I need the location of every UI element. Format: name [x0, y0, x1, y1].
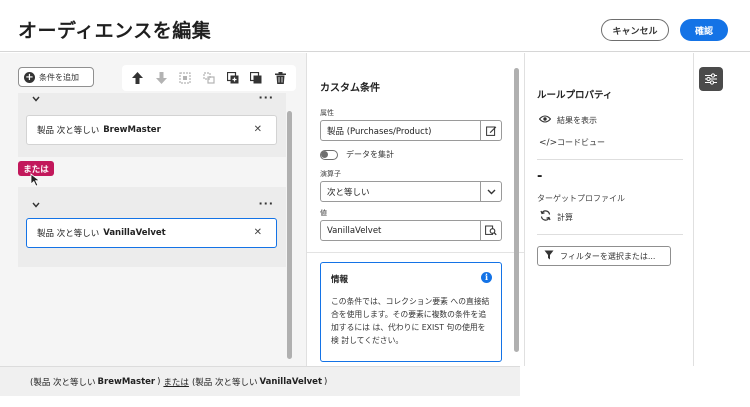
- chevron-down-icon[interactable]: [32, 201, 40, 211]
- condition-group: ··· 製品 次と等しい BrewMaster ✕: [18, 91, 286, 157]
- paste-icon[interactable]: [248, 70, 264, 86]
- code-view-label: コードビュー: [557, 138, 605, 147]
- chevron-down-icon[interactable]: [480, 182, 501, 201]
- arrow-up-icon[interactable]: [130, 70, 146, 86]
- value-label: 値: [320, 209, 327, 217]
- close-icon[interactable]: ✕: [254, 124, 262, 135]
- header: オーディエンスを編集 キャンセル 確認: [0, 0, 750, 52]
- divider: [307, 252, 525, 253]
- condition-prefix: 製品 次と等しい: [37, 126, 100, 136]
- condition-value: BrewMaster: [103, 125, 161, 135]
- page-title: オーディエンスを編集: [18, 20, 212, 42]
- ungroup-icon[interactable]: [201, 70, 217, 86]
- code-icon: </>: [539, 137, 558, 148]
- expression-text: ): [157, 376, 161, 387]
- attribute-value: 製品 (Purchases/Product): [327, 126, 432, 137]
- aggregate-toggle-row[interactable]: データを集計: [320, 149, 394, 160]
- settings-sliders-button[interactable]: [699, 67, 723, 91]
- info-icon: i: [481, 272, 492, 283]
- add-condition-button[interactable]: + 条件を追加: [18, 67, 94, 87]
- expression-text: ): [324, 376, 328, 387]
- target-profile-label: ターゲットプロファイル: [537, 194, 625, 203]
- view-results-button[interactable]: 結果を表示: [538, 115, 597, 126]
- chevron-down-icon[interactable]: [32, 95, 40, 105]
- copy-icon[interactable]: [225, 70, 241, 86]
- close-icon[interactable]: ✕: [254, 227, 262, 238]
- condition-value: VanillaVelvet: [103, 228, 166, 238]
- aggregate-label: データを集計: [346, 150, 394, 159]
- condition-group: ··· 製品 次と等しい VanillaVelvet ✕: [18, 187, 286, 267]
- rule-properties-panel: ルールプロパティ 結果を表示 </> コードビュー - ターゲットプロファイル …: [524, 53, 694, 366]
- info-body: この条件では、コレクション要素 への直接結合を使用します。その要素に複数の条件を…: [331, 297, 490, 345]
- confirm-button[interactable]: 確認: [680, 19, 728, 41]
- condition-card-selected[interactable]: 製品 次と等しい VanillaVelvet ✕: [26, 218, 277, 248]
- divider: [537, 234, 683, 235]
- plus-icon: +: [24, 71, 35, 83]
- divider: [537, 159, 683, 160]
- info-title: 情報: [331, 275, 349, 285]
- search-list-icon[interactable]: [480, 221, 501, 240]
- delete-icon[interactable]: [272, 70, 288, 86]
- add-condition-label: 条件を追加: [39, 72, 79, 82]
- attribute-field[interactable]: 製品 (Purchases/Product): [320, 120, 502, 141]
- more-options-icon[interactable]: ···: [258, 197, 274, 210]
- select-filter-button[interactable]: フィルターを選択または...: [537, 246, 671, 266]
- edit-icon[interactable]: [480, 121, 501, 140]
- calculate-button[interactable]: 計算: [539, 210, 573, 224]
- value-field[interactable]: VanillaVelvet: [320, 220, 502, 241]
- expression-text: (製品 次と等しい: [30, 377, 96, 388]
- more-options-icon[interactable]: ···: [258, 91, 274, 104]
- select-filter-label: フィルターを選択または...: [560, 251, 656, 261]
- expression-value: VanillaVelvet: [259, 376, 323, 387]
- panel-title: カスタム条件: [320, 83, 380, 94]
- arrow-down-icon[interactable]: [154, 70, 170, 86]
- value-text: VanillaVelvet: [327, 225, 382, 236]
- cancel-button[interactable]: キャンセル: [601, 19, 669, 41]
- view-results-label: 結果を表示: [557, 116, 597, 125]
- operator-value: 次と等しい: [327, 187, 370, 198]
- sliders-icon: [705, 73, 717, 85]
- operator-label: 演算子: [320, 170, 341, 178]
- custom-condition-panel: カスタム条件 属性 製品 (Purchases/Product) データを集計 …: [306, 53, 525, 366]
- refresh-icon: [539, 210, 551, 224]
- condition-card[interactable]: 製品 次と等しい BrewMaster ✕: [26, 115, 277, 145]
- calculate-label: 計算: [557, 212, 573, 222]
- code-view-button[interactable]: </> コードビュー: [539, 137, 605, 148]
- aggregate-toggle[interactable]: [320, 149, 338, 160]
- condition-prefix: 製品 次と等しい: [37, 229, 100, 239]
- eye-icon: [538, 115, 552, 126]
- expression-operator-link[interactable]: または: [163, 376, 189, 388]
- expression-text: (製品 次と等しい: [191, 377, 258, 388]
- rule-builder-panel: + 条件を追加 ··· 製品 次と等しい BrewMaster ✕ または ··…: [0, 53, 306, 366]
- attribute-label: 属性: [320, 109, 334, 117]
- filter-icon: [544, 250, 554, 262]
- group-icon[interactable]: [177, 70, 193, 86]
- scrollbar[interactable]: [514, 68, 519, 352]
- expression-summary: (製品 次と等しい BrewMaster ) または (製品 次と等しい Van…: [0, 366, 520, 396]
- info-box: 情報 i この条件では、コレクション要素 への直接結合を使用します。その要素に複…: [320, 262, 502, 362]
- panel-title: ルールプロパティ: [537, 90, 613, 101]
- profile-count: -: [537, 169, 543, 184]
- scrollbar[interactable]: [287, 111, 292, 359]
- operator-select[interactable]: 次と等しい: [320, 181, 502, 202]
- condition-toolbar: [122, 65, 296, 91]
- cursor-icon: [30, 173, 41, 187]
- expression-value: BrewMaster: [97, 376, 156, 387]
